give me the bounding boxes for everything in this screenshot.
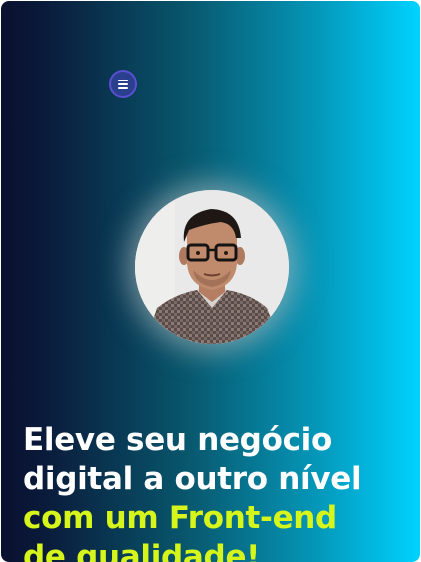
hero-headline: Eleve seu negócio digital a outro nível … (23, 421, 418, 562)
hero-section: Eleve seu negócio digital a outro nível … (1, 1, 420, 562)
hamburger-menu-icon (118, 79, 128, 89)
profile-photo-icon (135, 190, 289, 344)
headline-line-1: Eleve seu negócio (23, 422, 332, 458)
headline-line-2: digital a outro nível (23, 461, 362, 497)
headline-highlight-line-1: com um Front-end (23, 500, 337, 536)
menu-button[interactable] (111, 72, 135, 96)
headline-highlight-line-2: de qualidade! (23, 539, 261, 562)
profile-avatar (135, 190, 289, 344)
